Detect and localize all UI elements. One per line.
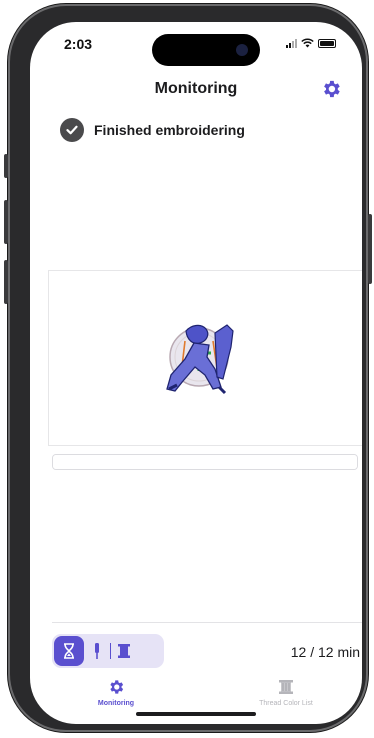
tab-thread-color-list[interactable]: Thread Color List	[226, 678, 346, 707]
needle-icon	[95, 643, 99, 659]
battery-icon	[318, 38, 336, 48]
hourglass-segment[interactable]	[54, 636, 84, 666]
status-message: Finished embroidering	[94, 122, 245, 138]
gear-icon	[324, 80, 340, 98]
thread-spool-icon	[118, 644, 130, 658]
volume-down-button	[4, 260, 8, 304]
status-row: Finished embroidering	[60, 118, 245, 142]
tab-monitoring[interactable]: Monitoring	[56, 678, 176, 707]
needle-segment[interactable]	[84, 636, 110, 666]
thread-list-icon	[279, 680, 293, 694]
app-screen: 2:03 Monitoring Finished embroidering 12…	[30, 22, 362, 724]
tab-bar: Monitoring Thread Color List	[30, 672, 362, 724]
side-button	[4, 154, 8, 178]
monitoring-gear-icon	[110, 680, 124, 694]
status-bar: 2:03	[30, 22, 362, 66]
progress-fill	[53, 455, 357, 469]
elapsed-time-display: 12 / 12 min	[290, 644, 360, 660]
status-time: 2:03	[64, 36, 93, 52]
view-mode-segmented-control[interactable]	[52, 634, 164, 668]
thread-spool-segment[interactable]	[111, 636, 137, 666]
embroidery-progress-bar	[52, 454, 358, 470]
volume-up-button	[4, 200, 8, 244]
power-button	[368, 214, 372, 284]
embroidery-preview	[48, 270, 362, 446]
status-icons	[286, 38, 336, 48]
embroidery-design-image	[166, 324, 234, 395]
signal-icon	[286, 38, 297, 48]
settings-gear-button[interactable]	[320, 78, 342, 100]
home-indicator	[136, 712, 256, 716]
phone-frame: 2:03 Monitoring Finished embroidering 12…	[4, 4, 372, 732]
hourglass-icon	[64, 643, 74, 659]
wifi-icon	[301, 38, 314, 48]
tab-thread-color-list-label: Thread Color List	[259, 700, 313, 707]
dynamic-island	[152, 34, 260, 66]
tab-monitoring-label: Monitoring	[97, 700, 135, 707]
camera-icon	[236, 44, 248, 56]
check-circle-icon	[60, 118, 84, 142]
page-title: Monitoring	[154, 80, 238, 97]
divider	[52, 622, 362, 623]
